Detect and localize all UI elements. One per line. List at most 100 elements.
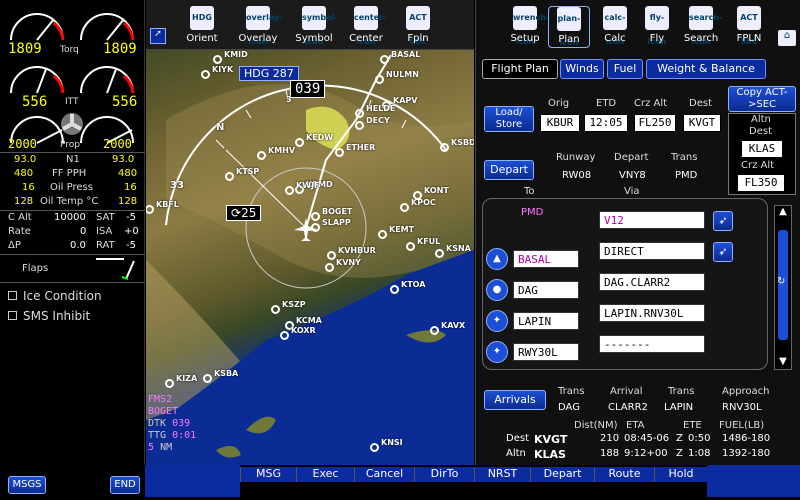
softkey-route-button[interactable]: Route [594,467,654,482]
waypoint-marker[interactable] [355,121,364,130]
waypoint-marker[interactable] [400,203,409,212]
altn-crz-field[interactable]: FL350 [737,174,785,192]
ice-condition-checkbox[interactable]: Ice Condition [8,289,102,303]
sms-inhibit-checkbox[interactable]: SMS Inhibit [8,309,90,323]
search-icon: search-icon [689,6,722,46]
copy-act-sec-button[interactable]: Copy ACT->SEC [728,86,796,112]
scroll-up-icon[interactable]: ▲ [775,206,791,217]
softkey-msg-button[interactable]: MSG [240,467,296,482]
leg-to-field[interactable]: RWY30L [513,343,579,361]
map-tool-fpln-button[interactable]: ACT SEC Fpln [392,6,444,48]
subtab-flight-plan[interactable]: Flight Plan [482,59,558,79]
airway-select-icon[interactable]: ➶ [713,242,733,262]
depart-button[interactable]: Depart [484,160,534,180]
arr-trans2-value[interactable]: LAPIN [664,402,693,413]
waypoint-marker[interactable] [378,230,387,239]
tab-calc[interactable]: calc-icon Calc [594,6,636,48]
leg-via-field[interactable]: LAPIN.RNV30L [599,304,705,322]
depart-value[interactable]: VNY8 [619,170,646,181]
arrival-value[interactable]: CLARR2 [608,402,648,413]
tab-fly[interactable]: fly-icon Fly [636,6,678,48]
altn-dest-field[interactable]: KLAS [741,140,783,158]
navigation-map[interactable]: HDG 287 039 3 N 33 ⟳25 KMID KIYK BASAL NULM… [146,0,474,465]
waypoint-marker[interactable] [280,331,289,340]
waypoint-marker[interactable] [295,138,304,147]
waypoint-marker[interactable] [335,148,344,157]
waypoint-marker[interactable] [370,443,379,452]
tab-fpln[interactable]: ACT SEC FPLN [728,6,770,48]
waypoint-marker[interactable] [257,151,266,160]
leg-to-field[interactable]: BASAL [513,250,579,268]
waypoint-marker[interactable] [375,75,384,84]
leg-to-field[interactable]: LAPIN [513,312,579,330]
waypoint-marker[interactable] [380,55,389,64]
leg-via-field[interactable]: DAG.CLARR2 [599,273,705,291]
softkey-dirto-button[interactable]: DirTo [414,467,474,482]
map-tool-orient-button[interactable]: HDG Orient [176,6,228,48]
softkey-cancel-button[interactable]: Cancel [354,467,414,482]
waypoint-marker[interactable] [325,263,334,272]
waypoint-marker[interactable] [406,242,415,251]
airway-select-icon[interactable]: ➶ [713,211,733,231]
trans-value[interactable]: PMD [675,170,697,181]
waypoint-marker[interactable] [213,55,222,64]
approach-value[interactable]: RNV30L [722,402,762,413]
waypoint-marker[interactable] [225,172,234,181]
softkey-exec-button[interactable]: Exec [296,467,354,482]
subtab-winds[interactable]: Winds [560,59,604,79]
cursor-mode-button[interactable]: ➚ [150,28,166,44]
waypoint-marker[interactable] [271,305,280,314]
leg-action-1-icon[interactable]: ▲ [486,248,508,270]
end-button[interactable]: END [110,476,140,494]
leg-via-field[interactable]: V12 [599,211,705,229]
waypoint-marker[interactable] [201,70,210,79]
dest-field[interactable]: KVGT [683,114,721,132]
softkey-nrst-button[interactable]: NRST [474,467,530,482]
leg-action-3-icon[interactable]: ✦ [486,310,508,332]
waypoint-marker[interactable] [165,379,174,388]
range-box[interactable]: ⟳25 [226,205,262,221]
msgs-button[interactable]: MSGS [8,476,46,494]
leg-via-field[interactable]: ------- [599,335,705,353]
waypoint-marker[interactable] [285,186,294,195]
waypoint-marker[interactable] [327,251,336,260]
tab-setup[interactable]: wrench-icon Setup [504,6,549,48]
etd-field[interactable]: 12:05 [584,114,628,132]
leg-action-2-icon[interactable]: ● [486,279,508,301]
waypoint-label: NULMN [386,70,419,79]
leg-via-field[interactable]: DIRECT [599,242,705,260]
waypoint-marker[interactable] [440,143,449,152]
softkey-hold-button[interactable]: Hold [654,467,707,482]
map-tool-symbol-button[interactable]: symbol-icon Symbol [288,6,340,48]
first-waypoint[interactable]: PMD [521,207,543,218]
load-store-button[interactable]: Load/ Store [484,106,534,132]
waypoint-label: KMID [224,50,248,59]
arrivals-button[interactable]: Arrivals [484,390,546,410]
leg-action-4-icon[interactable]: ✦ [486,341,508,363]
map-tool-overlay-button[interactable]: overlay-icon Overlay [232,6,284,48]
to-label: To [524,186,535,197]
leg-to-field[interactable]: DAG [513,281,579,299]
subtab-weight-balance[interactable]: Weight & Balance [646,59,766,79]
waypoint-marker[interactable] [413,191,422,200]
runway-value[interactable]: RW08 [562,170,591,181]
crzalt-field[interactable]: FL250 [634,114,676,132]
tab-search[interactable]: search-icon Search [680,6,722,48]
orig-field[interactable]: KBUR [540,114,580,132]
waypoint-marker[interactable] [390,285,399,294]
waypoint-label: KIZA [176,374,198,383]
waypoint-marker[interactable] [430,326,439,335]
tab-plan[interactable]: plan-icon Plan [548,6,590,48]
waypoint-marker[interactable] [355,109,364,118]
legs-scrollbar[interactable]: ▲ ↻ ▼ [774,205,792,370]
waypoint-marker[interactable] [311,223,320,232]
waypoint-marker[interactable] [435,249,444,258]
waypoint-marker[interactable] [311,212,320,221]
map-tool-center-button[interactable]: center-icon Center [340,6,392,48]
subtab-fuel[interactable]: Fuel [607,59,643,79]
home-button[interactable]: ⌂ [778,30,796,46]
waypoint-marker[interactable] [203,374,212,383]
softkey-depart-button[interactable]: Depart [530,467,594,482]
scroll-down-icon[interactable]: ▼ [775,356,791,367]
arr-trans-value[interactable]: DAG [558,402,580,413]
